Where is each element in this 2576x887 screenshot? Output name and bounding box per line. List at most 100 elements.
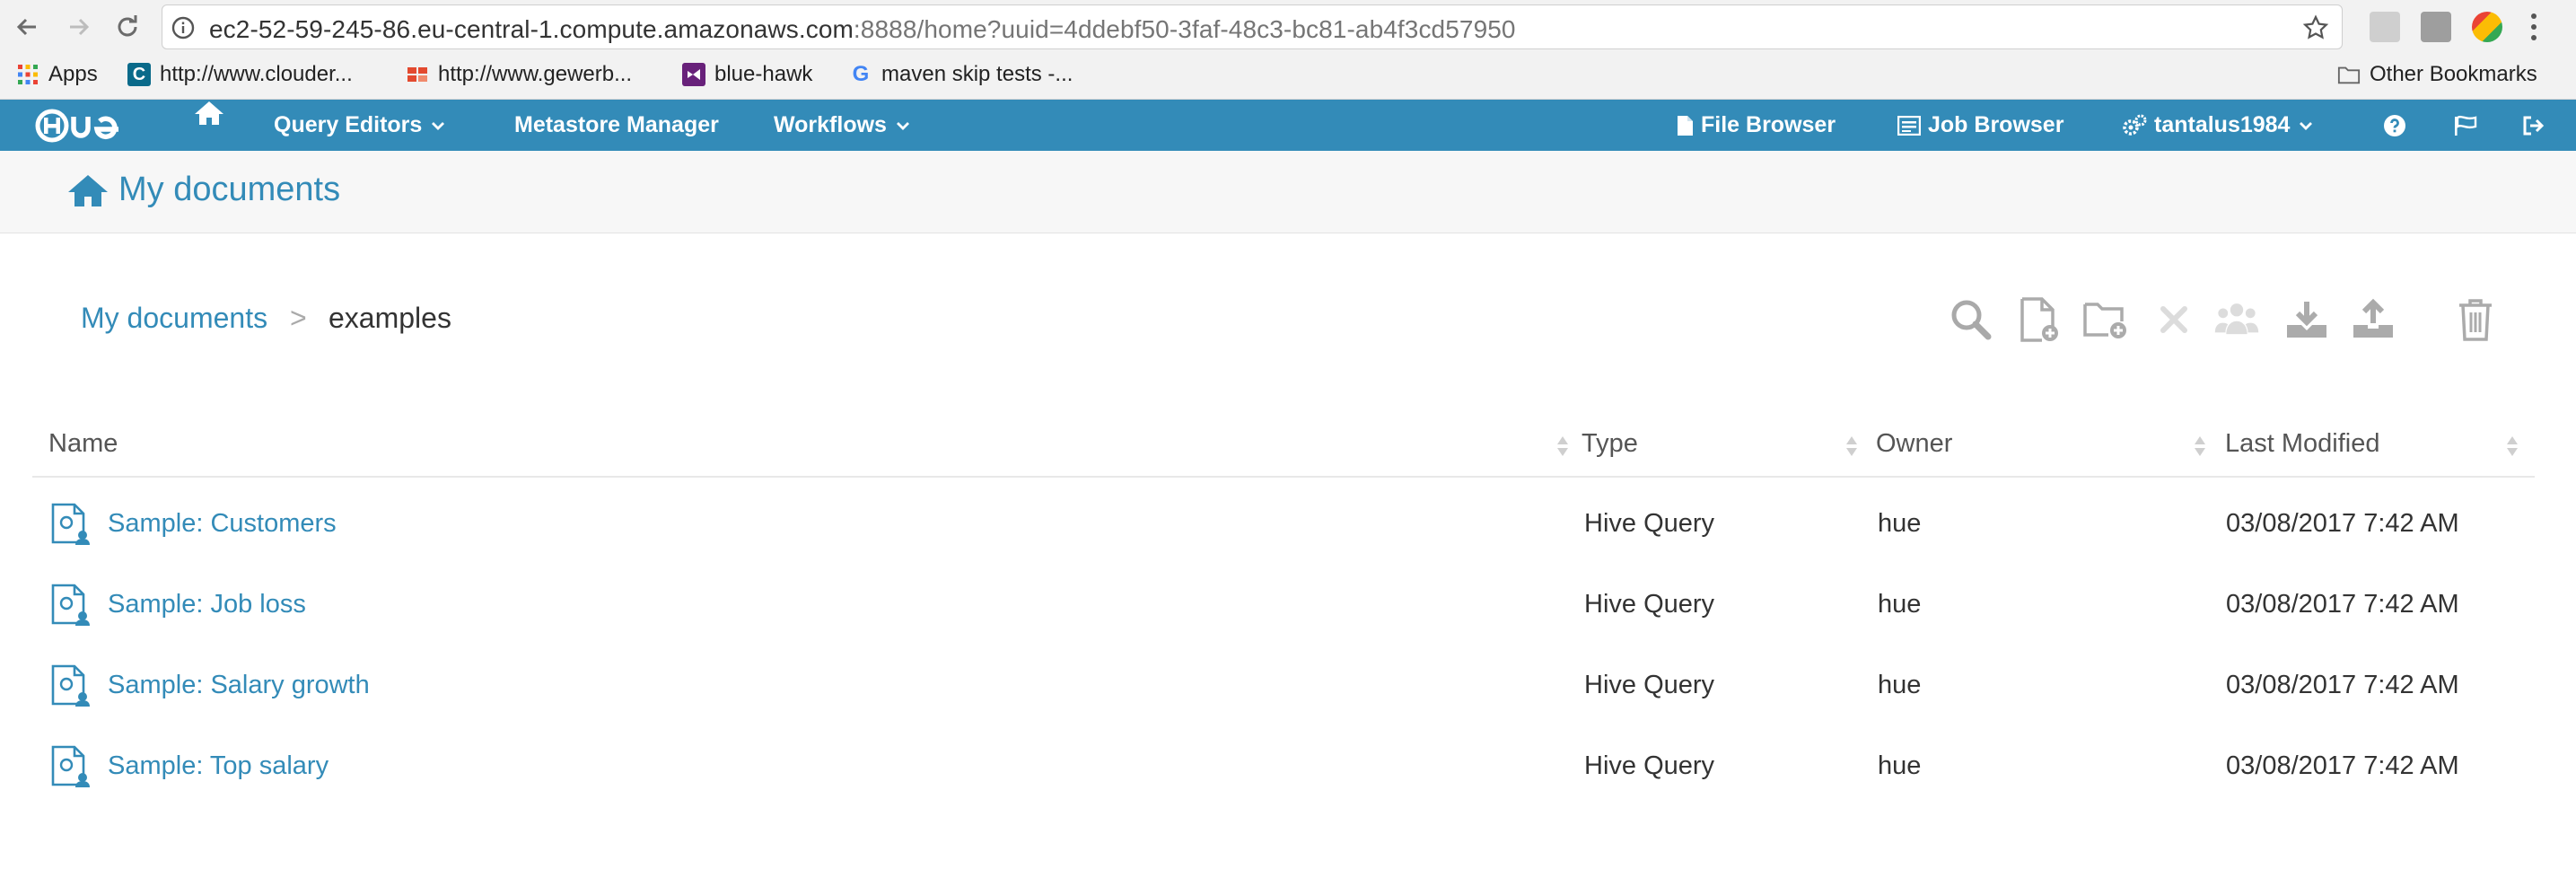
table-row[interactable]: Sample: Customers Hive Query hue 03/08/2…: [32, 485, 2535, 566]
users-icon: [2214, 303, 2259, 335]
user-menu[interactable]: tantalus1984: [2122, 100, 2320, 151]
document-type: Hive Query: [1584, 751, 1715, 780]
column-header-name[interactable]: Name: [48, 429, 118, 459]
bookmark-label: Apps: [48, 62, 98, 86]
apps-grid-icon: [16, 63, 39, 86]
bookmark-other[interactable]: Other Bookmarks: [2337, 57, 2537, 92]
bookmarks-bar: Apps C http://www.clouder... http://www.…: [0, 57, 2576, 92]
bookmark-label: Other Bookmarks: [2370, 62, 2537, 86]
help-icon: [2384, 114, 2405, 136]
back-arrow-icon: [16, 18, 36, 36]
extension-icon[interactable]: [2421, 12, 2451, 42]
job-list-icon: [1897, 115, 1921, 136]
bookmark-cloudera[interactable]: C http://www.clouder...: [127, 57, 353, 92]
workflows-label: Workflows: [774, 112, 887, 137]
sort-icon[interactable]: [2193, 435, 2207, 458]
workflows-menu[interactable]: Workflows: [774, 100, 917, 151]
flag-icon: [2455, 115, 2477, 136]
search-button[interactable]: [1948, 296, 1994, 343]
query-editors-label: Query Editors: [274, 112, 423, 137]
sort-icon[interactable]: [1555, 435, 1570, 458]
new-document-icon: [2020, 297, 2058, 342]
document-last-modified: 03/08/2017 7:42 AM: [2226, 751, 2459, 780]
google-icon: G: [852, 62, 870, 86]
new-document-button[interactable]: [2016, 296, 2063, 343]
metastore-manager-link[interactable]: Metastore Manager: [514, 100, 719, 151]
bookmark-label: blue-hawk: [714, 62, 813, 86]
chrome-extension-icon[interactable]: [2472, 12, 2502, 42]
file-browser-link[interactable]: File Browser: [1676, 100, 1836, 151]
url-text[interactable]: ec2-52-59-245-86.eu-central-1.compute.am…: [209, 15, 1516, 44]
column-header-owner[interactable]: Owner: [1876, 429, 1952, 459]
bookmark-label: http://www.clouder...: [160, 62, 353, 86]
address-bar[interactable]: ec2-52-59-245-86.eu-central-1.compute.am…: [162, 4, 2343, 49]
logout-button[interactable]: [2522, 100, 2553, 151]
document-name-link[interactable]: Sample: Salary growth: [108, 671, 370, 700]
bookmark-star-icon[interactable]: [2302, 14, 2329, 41]
gears-icon: [2123, 114, 2147, 136]
bookmark-gewerbe[interactable]: http://www.gewerb...: [406, 57, 632, 92]
new-folder-icon: [2083, 303, 2126, 338]
document-owner: hue: [1878, 751, 1922, 780]
breadcrumb-root-link[interactable]: My documents: [81, 302, 267, 335]
reload-button[interactable]: [108, 7, 147, 47]
delete-selection-button[interactable]: [2151, 296, 2197, 343]
home-icon: [68, 174, 108, 206]
document-name-link[interactable]: Sample: Customers: [108, 509, 337, 539]
column-header-last-modified[interactable]: Last Modified: [2225, 429, 2380, 459]
download-button[interactable]: [2283, 296, 2330, 343]
bookmark-apps[interactable]: Apps: [16, 57, 98, 92]
job-browser-link[interactable]: Job Browser: [1897, 100, 2063, 151]
share-button[interactable]: [2213, 296, 2260, 343]
back-button[interactable]: [7, 7, 47, 47]
query-editors-menu[interactable]: Query Editors: [274, 100, 452, 151]
upload-button[interactable]: [2350, 296, 2396, 343]
username-label: tantalus1984: [2154, 112, 2291, 137]
search-icon: [1951, 300, 1992, 340]
table-row[interactable]: Sample: Job loss Hive Query hue 03/08/20…: [32, 566, 2535, 646]
document-name-link[interactable]: Sample: Job loss: [108, 590, 306, 619]
job-browser-label: Job Browser: [1928, 112, 2064, 137]
download-icon: [2287, 302, 2326, 338]
file-browser-label: File Browser: [1701, 112, 1836, 137]
forward-button[interactable]: [59, 7, 99, 47]
extension-icon[interactable]: [2370, 12, 2400, 42]
new-folder-button[interactable]: [2082, 296, 2129, 343]
document-owner: hue: [1878, 509, 1922, 538]
help-button[interactable]: [2383, 100, 2414, 151]
reload-icon: [118, 15, 137, 37]
bookmark-label: maven skip tests -...: [881, 62, 1073, 86]
browser-chrome: ec2-52-59-245-86.eu-central-1.compute.am…: [0, 0, 2576, 100]
gewerbe-icon: [406, 63, 429, 86]
sort-icon[interactable]: [1844, 435, 1859, 458]
table-row[interactable]: Sample: Top salary Hive Query hue 03/08/…: [32, 727, 2535, 808]
bookmark-blue-hawk[interactable]: blue-hawk: [682, 57, 812, 92]
document-type: Hive Query: [1584, 590, 1715, 619]
forward-arrow-icon: [70, 18, 90, 36]
document-last-modified: 03/08/2017 7:42 AM: [2226, 590, 2459, 619]
document-name-link[interactable]: Sample: Top salary: [108, 751, 329, 781]
menu-kebab-icon[interactable]: [2531, 13, 2540, 41]
document-last-modified: 03/08/2017 7:42 AM: [2226, 509, 2459, 538]
hue-nav-items: Query Editors Metastore Manager Workflow…: [0, 100, 2576, 151]
hive-query-document-icon: [51, 745, 90, 787]
document-owner: hue: [1878, 590, 1922, 619]
cloudera-icon: C: [127, 63, 151, 86]
document-owner: hue: [1878, 671, 1922, 699]
sort-icon[interactable]: [2505, 435, 2519, 458]
trash-button[interactable]: [2452, 296, 2499, 343]
info-icon[interactable]: [171, 16, 195, 40]
trash-icon: [2459, 299, 2492, 341]
chevron-down-icon: [2300, 121, 2313, 130]
folder-icon: [2337, 63, 2361, 86]
column-header-type[interactable]: Type: [1582, 429, 1638, 459]
url-path: :8888/home?uuid=4ddebf50-3faf-48c3-bc81-…: [853, 15, 1516, 43]
document-type: Hive Query: [1584, 671, 1715, 699]
chevron-down-icon: [432, 121, 445, 130]
bookmark-label: http://www.gewerb...: [438, 62, 633, 86]
table-row[interactable]: Sample: Salary growth Hive Query hue 03/…: [32, 646, 2535, 727]
bookmark-maven[interactable]: G maven skip tests -...: [849, 57, 1073, 92]
breadcrumb-current: examples: [329, 302, 451, 334]
document-last-modified: 03/08/2017 7:42 AM: [2226, 671, 2459, 699]
tours-button[interactable]: [2453, 100, 2485, 151]
